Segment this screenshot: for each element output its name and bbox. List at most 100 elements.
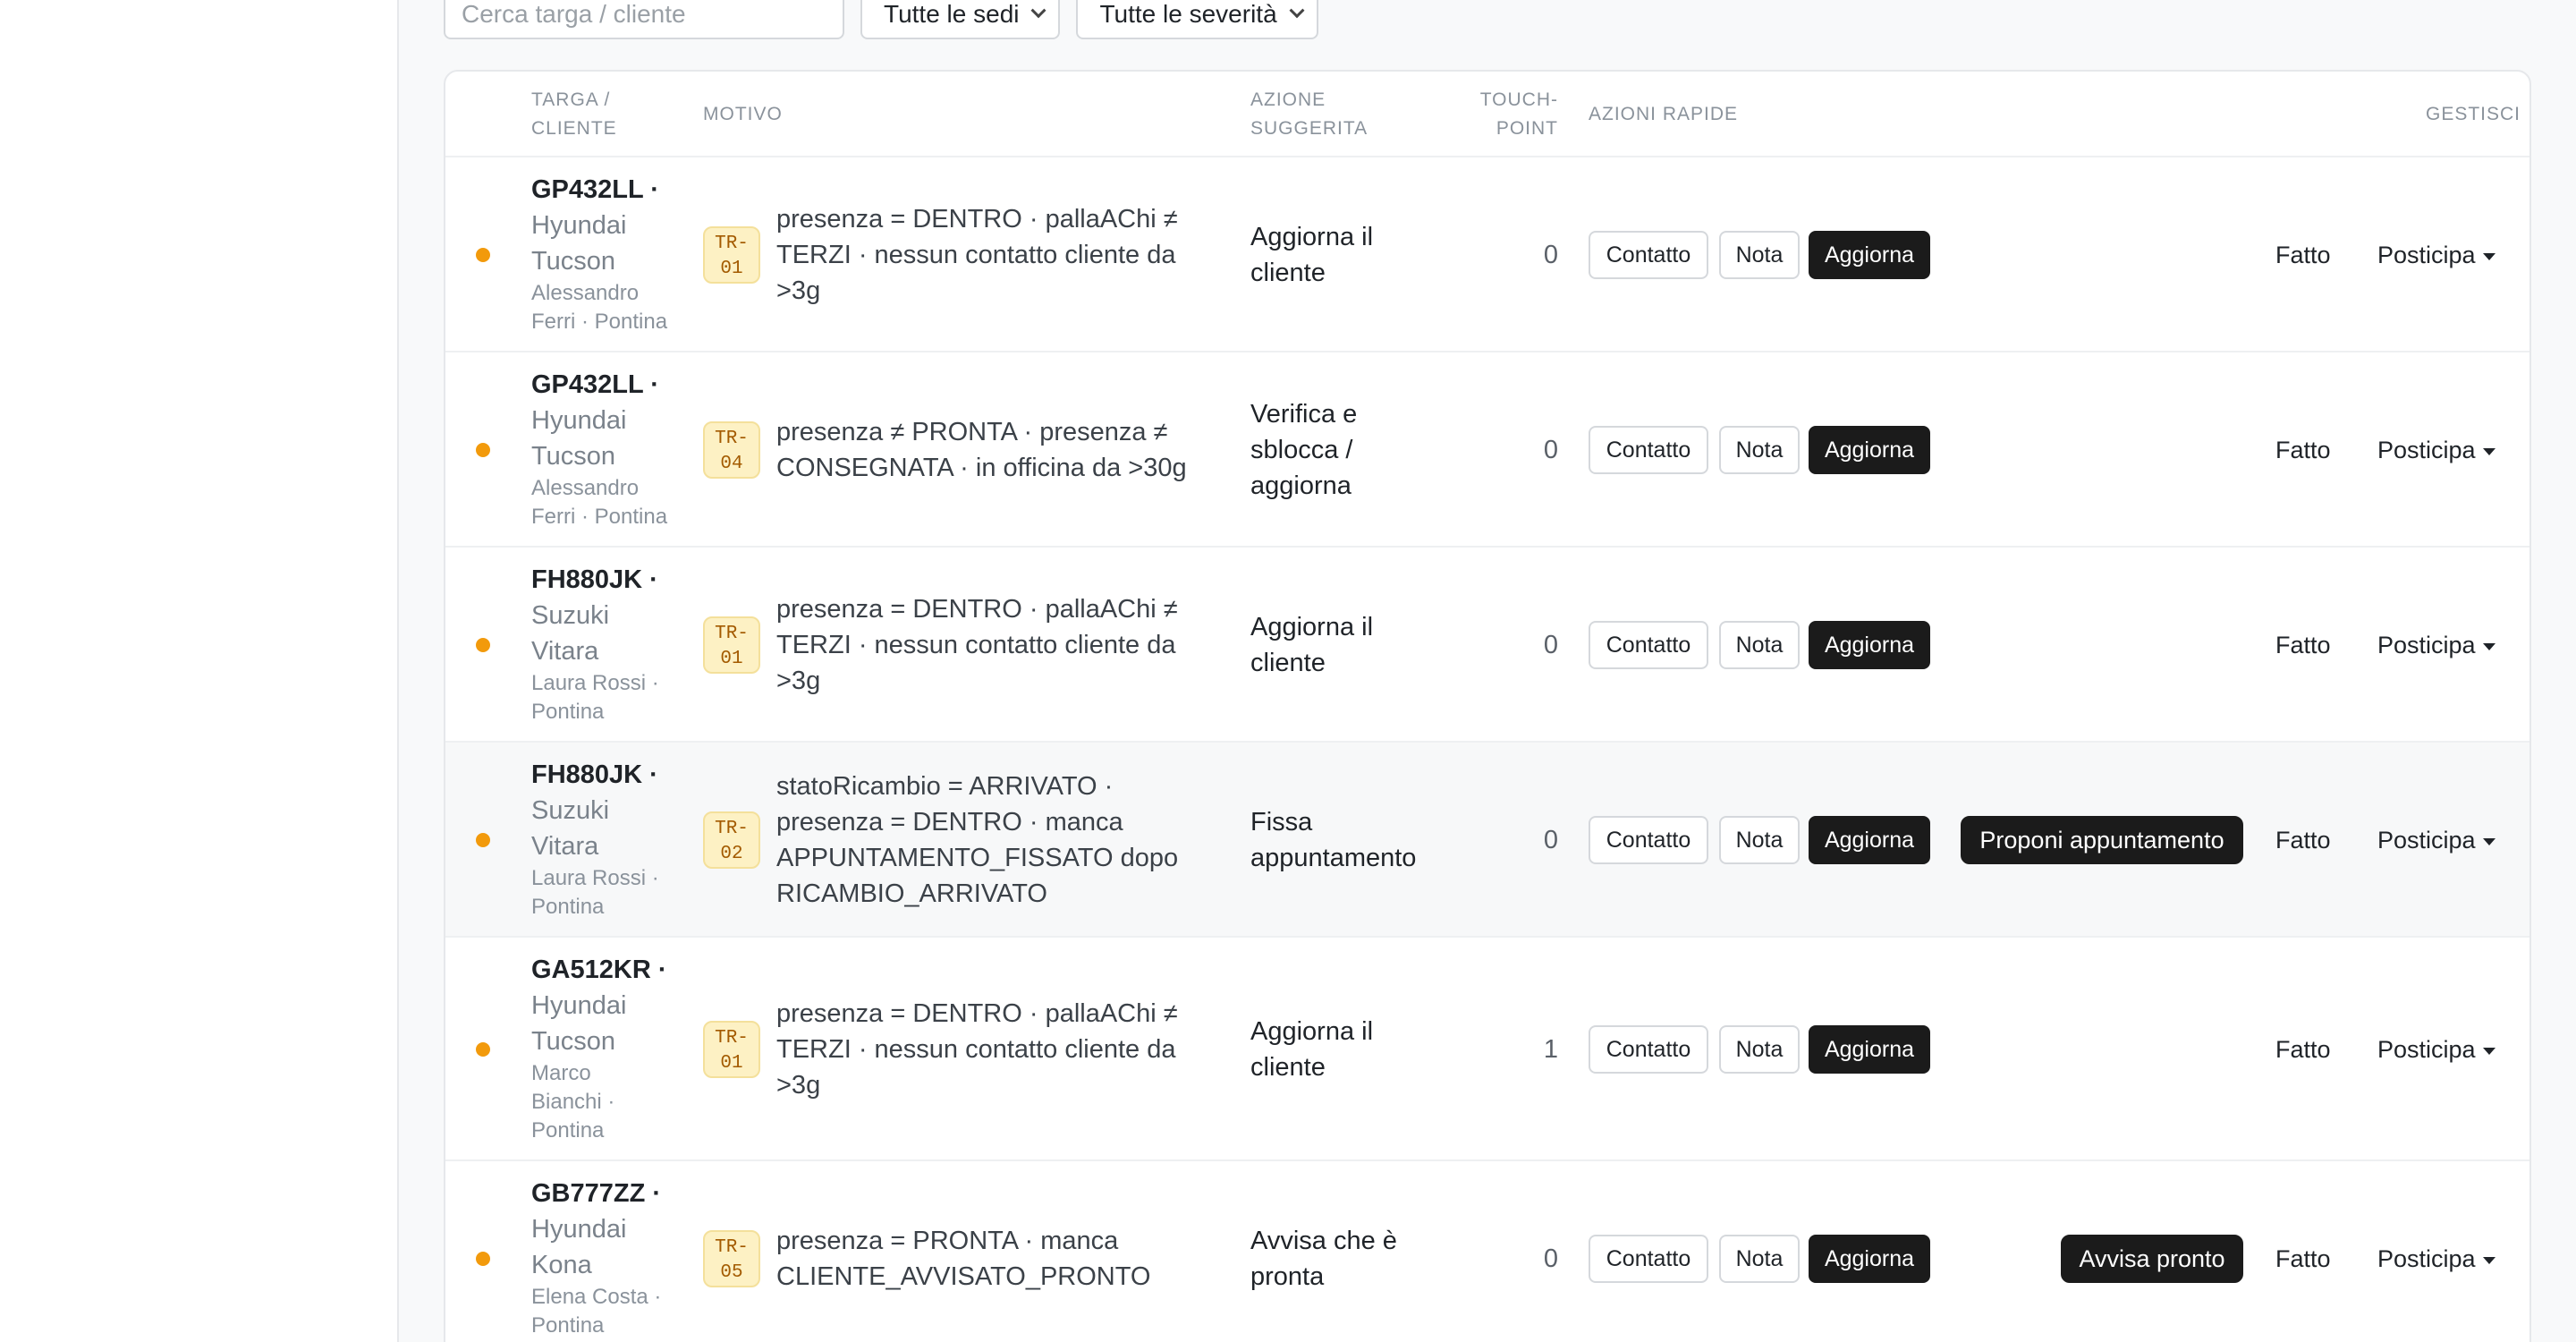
motivo-line: APPUNTAMENTO_FISSATO dopo (776, 844, 1179, 872)
posticipa-dropdown[interactable]: Posticipa (2377, 432, 2496, 468)
nota-button[interactable]: Nota (1719, 426, 1800, 474)
fatto-button[interactable]: Fatto (2275, 627, 2331, 663)
header-targa-cliente: TARGA / CLIENTE (531, 86, 617, 143)
avvisa-pronto-button[interactable]: Avvisa pronto (2061, 1235, 2243, 1283)
touchpoint-count: 0 (1543, 436, 1558, 464)
motivo-cell: presenza = DENTRO · pallaAChi ≠ TERZI · … (776, 201, 1215, 309)
header-touch-line1: TOUCH- (1479, 89, 1558, 110)
motivo-line: presenza = DENTRO · pallaAChi ≠ (776, 595, 1178, 624)
azione-line: aggiorna (1250, 471, 1352, 500)
sede-select-value: Tutte le sedi (884, 0, 1020, 28)
nota-button[interactable]: Nota (1719, 621, 1800, 669)
nota-button[interactable]: Nota (1719, 1025, 1800, 1074)
posticipa-dropdown[interactable]: Posticipa (2377, 1241, 2496, 1277)
vehicle-cell: GA512KR · Hyundai Tucson Marco Bianchi ·… (531, 952, 683, 1145)
proponi-appuntamento-button[interactable]: Proponi appuntamento (1961, 816, 2243, 864)
plate: GB777ZZ · (531, 1179, 662, 1208)
fatto-button[interactable]: Fatto (2275, 237, 2331, 273)
rule-code-badge: TR- 04 (703, 421, 760, 479)
motivo-line: >3g (776, 276, 821, 305)
rule-code-line: TR- (715, 234, 749, 254)
severity-dot (476, 1042, 490, 1057)
motivo-line: statoRicambio = ARRIVATO · (776, 772, 1114, 801)
azione-line: cliente (1250, 649, 1326, 677)
severity-dot (476, 443, 490, 457)
nota-button[interactable]: Nota (1719, 1235, 1800, 1283)
touchpoint-count: 0 (1543, 1244, 1558, 1273)
customer-name: Pontina (531, 1313, 605, 1338)
caret-down-icon (2482, 448, 2496, 455)
rule-code-badge: TR- 01 (703, 226, 760, 284)
contatto-button[interactable]: Contatto (1589, 1025, 1708, 1074)
posticipa-label: Posticipa (2377, 827, 2476, 854)
fatto-button[interactable]: Fatto (2275, 822, 2331, 858)
triage-table: TARGA / CLIENTE MOTIVO AZIONE SUGGERITA … (444, 70, 2531, 1342)
contatto-button[interactable]: Contatto (1589, 231, 1708, 279)
posticipa-dropdown[interactable]: Posticipa (2377, 1032, 2496, 1067)
rule-code-line: 01 (720, 1053, 743, 1074)
caret-down-icon (2482, 838, 2496, 845)
azione-line: cliente (1250, 1053, 1326, 1082)
rule-code-line: 05 (720, 1262, 743, 1283)
customer-name: Alessandro (531, 281, 640, 305)
rule-code-line: TR- (715, 624, 749, 644)
rule-code-line: 02 (720, 844, 743, 864)
severity-dot (476, 1252, 490, 1266)
azione-suggerita-cell: Aggiorna il cliente (1250, 609, 1456, 681)
customer-name: Ferri · Pontina (531, 310, 668, 334)
severita-select[interactable]: Tutte le severità (1076, 0, 1318, 39)
vehicle-model: Hyundai (531, 1215, 627, 1244)
chevron-down-icon (1030, 3, 1046, 19)
aggiorna-button[interactable]: Aggiorna (1809, 1235, 1930, 1283)
azione-line: sblocca / (1250, 436, 1353, 464)
azione-line: Aggiorna il (1250, 613, 1374, 641)
aggiorna-button[interactable]: Aggiorna (1809, 621, 1930, 669)
vehicle-model: Hyundai (531, 406, 627, 435)
aggiorna-button[interactable]: Aggiorna (1809, 816, 1930, 864)
posticipa-dropdown[interactable]: Posticipa (2377, 627, 2496, 663)
touchpoint-count: 0 (1543, 631, 1558, 659)
touchpoint-count: 0 (1543, 241, 1558, 269)
sede-select[interactable]: Tutte le sedi (860, 0, 1061, 39)
posticipa-label: Posticipa (2377, 632, 2476, 658)
caret-down-icon (2482, 643, 2496, 650)
customer-name: Pontina (531, 895, 605, 919)
posticipa-dropdown[interactable]: Posticipa (2377, 822, 2496, 858)
motivo-line: TERZI · nessun contatto cliente da (776, 1035, 1176, 1064)
aggiorna-button[interactable]: Aggiorna (1809, 231, 1930, 279)
motivo-line: CLIENTE_AVVISATO_PRONTO (776, 1262, 1151, 1291)
table-row: GP432LL · Hyundai Tucson Alessandro Ferr… (445, 352, 2529, 548)
rule-code-line: 01 (720, 649, 743, 669)
contatto-button[interactable]: Contatto (1589, 426, 1708, 474)
azione-line: pronta (1250, 1262, 1325, 1291)
azione-line: Aggiorna il (1250, 1017, 1374, 1046)
contatto-button[interactable]: Contatto (1589, 621, 1708, 669)
fatto-button[interactable]: Fatto (2275, 1032, 2331, 1067)
nota-button[interactable]: Nota (1719, 231, 1800, 279)
rule-code-line: TR- (715, 819, 749, 839)
azione-line: Verifica e (1250, 400, 1358, 429)
vehicle-model: Vitara (531, 637, 599, 666)
fatto-button[interactable]: Fatto (2275, 432, 2331, 468)
rule-code-badge: TR- 05 (703, 1230, 760, 1287)
touchpoint-count: 1 (1543, 1035, 1558, 1064)
customer-name: Ferri · Pontina (531, 505, 668, 529)
contatto-button[interactable]: Contatto (1589, 816, 1708, 864)
contatto-button[interactable]: Contatto (1589, 1235, 1708, 1283)
fatto-button[interactable]: Fatto (2275, 1241, 2331, 1277)
posticipa-dropdown[interactable]: Posticipa (2377, 237, 2496, 273)
motivo-line: presenza ≠ PRONTA · presenza ≠ (776, 418, 1168, 446)
motivo-line: presenza = DENTRO · pallaAChi ≠ (776, 205, 1178, 234)
search-input[interactable] (444, 0, 844, 39)
vehicle-model: Hyundai (531, 991, 627, 1020)
nota-button[interactable]: Nota (1719, 816, 1800, 864)
aggiorna-button[interactable]: Aggiorna (1809, 426, 1930, 474)
vehicle-model: Kona (531, 1251, 592, 1279)
plate: GA512KR · (531, 956, 667, 984)
customer-name: Pontina (531, 700, 605, 724)
posticipa-label: Posticipa (2377, 437, 2476, 463)
table-row: FH880JK · Suzuki Vitara Laura Rossi · Po… (445, 743, 2529, 938)
vehicle-model: Suzuki (531, 796, 610, 825)
aggiorna-button[interactable]: Aggiorna (1809, 1025, 1930, 1074)
motivo-cell: presenza = DENTRO · pallaAChi ≠ TERZI · … (776, 996, 1215, 1103)
